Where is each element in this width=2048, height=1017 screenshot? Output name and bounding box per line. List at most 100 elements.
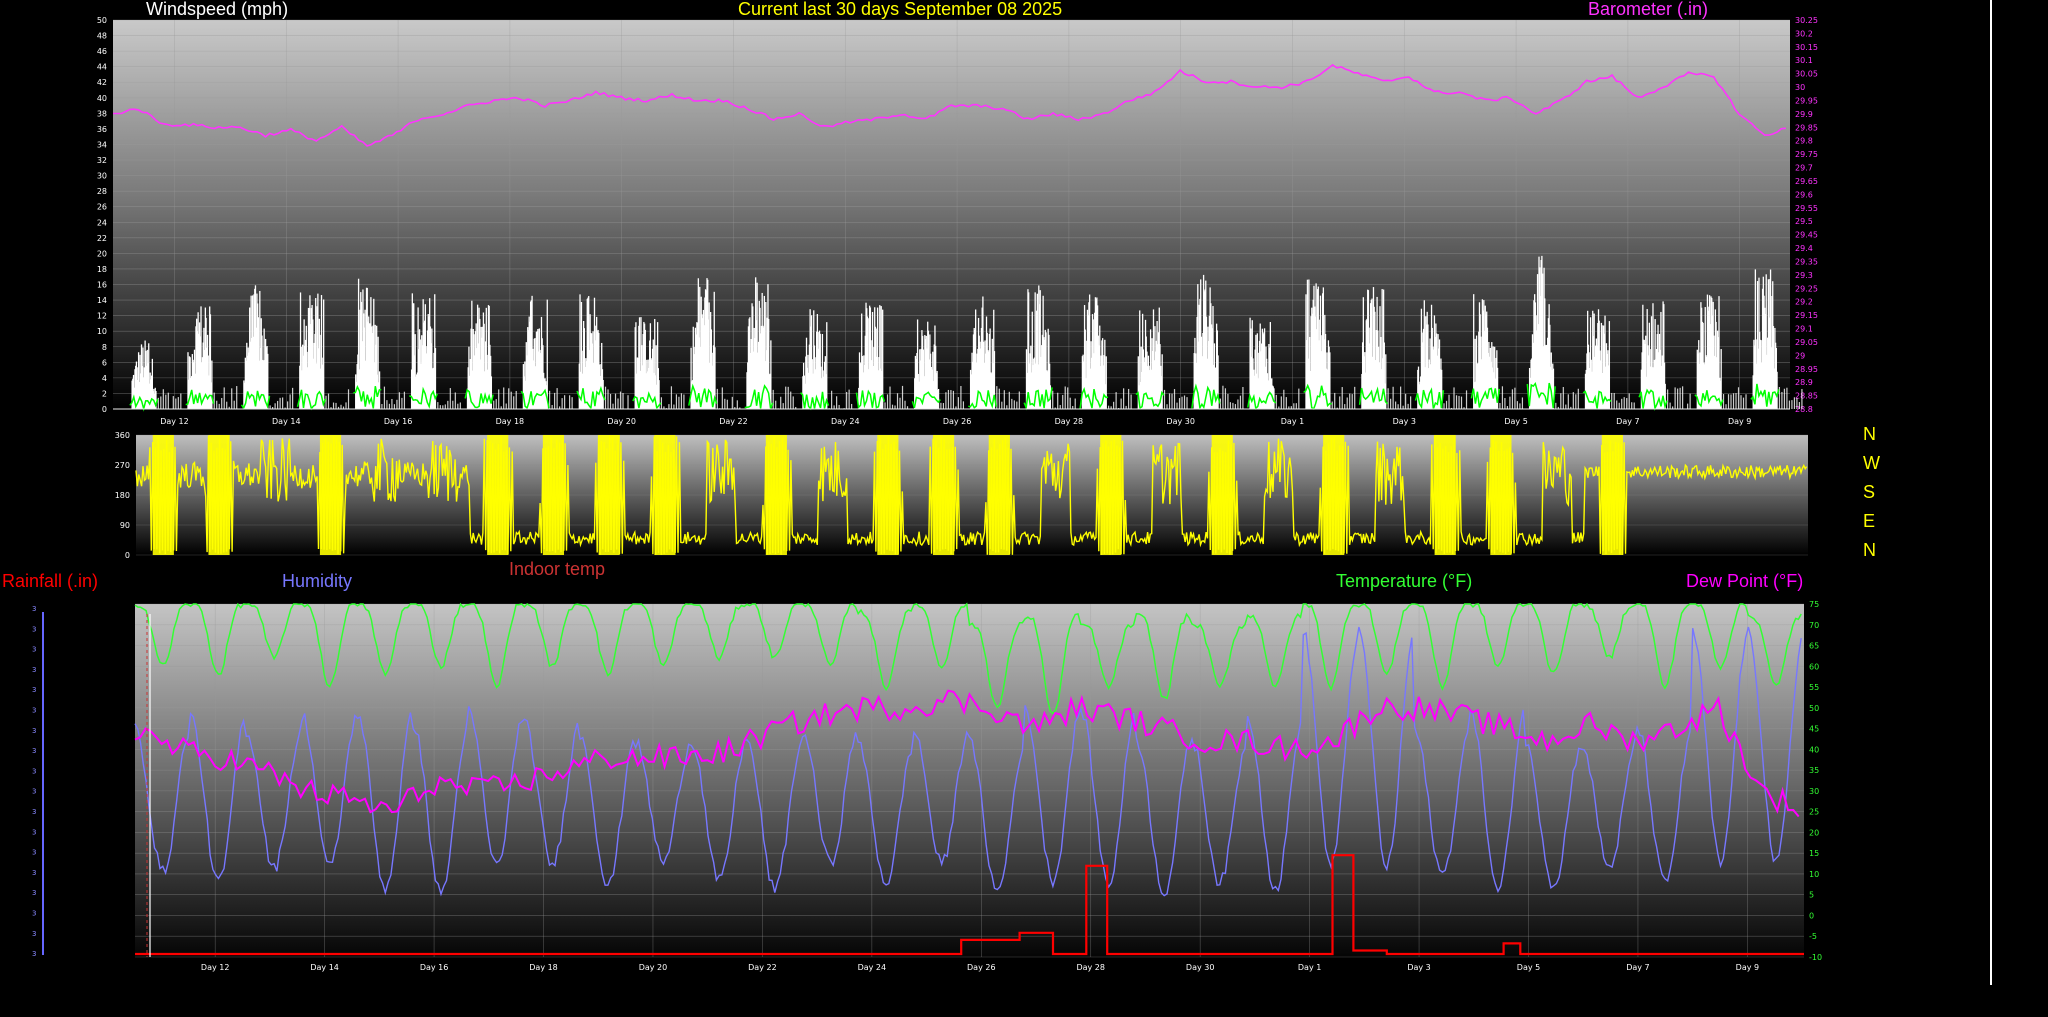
wind-speed-bar (1575, 394, 1577, 409)
wind-speed-bar (1052, 390, 1054, 409)
wind-speed-bar (833, 405, 835, 409)
wind-speed-bar (1181, 396, 1183, 409)
wind-axis-tick-label: 4 (102, 374, 107, 383)
wind-speed-bar (233, 400, 235, 409)
temperature-axis-tick-label: 40 (1809, 745, 1819, 754)
barometer-axis-tick-label: 28.85 (1795, 392, 1818, 401)
wind-speed-bar (554, 392, 556, 409)
wind-speed-bar (957, 397, 960, 409)
rainfall-axis-tick-label: 3 (32, 707, 36, 715)
wind-speed-bar (736, 400, 738, 409)
wind-speed-bar (1405, 393, 1407, 409)
wind-speed-bar (1163, 389, 1166, 409)
wind-speed-bar (1128, 388, 1130, 409)
wind-speed-bar (886, 394, 889, 409)
wind-direction-dense-block (1100, 435, 1122, 555)
temperature-x-tick-label: Day 12 (201, 963, 230, 972)
temperature-axis-tick-label: 55 (1809, 683, 1819, 692)
wind-speed-bar (1608, 321, 1611, 409)
wind-speed-bar (1560, 393, 1562, 409)
rainfall-axis-tick-label: 3 (32, 747, 36, 755)
wind-speed-bar (449, 388, 451, 409)
wind-speed-bar (1633, 402, 1635, 409)
wind-speed-bar (716, 388, 718, 409)
barometer-axis-tick-label: 29.45 (1795, 231, 1818, 240)
wind-axis-tick-label: 28 (97, 187, 107, 196)
wind-direction-dense-block (1211, 435, 1233, 555)
wind-x-tick-label: Day 14 (272, 417, 301, 426)
wind-speed-bar (213, 392, 215, 409)
wind-speed-bar (452, 400, 454, 409)
wind-speed-bar (675, 394, 678, 409)
wind-x-tick-label: Day 9 (1728, 417, 1751, 426)
wind-speed-bar (216, 400, 218, 409)
rainfall-axis-tick-label: 3 (32, 828, 36, 836)
wind-speed-bar (167, 392, 169, 409)
wind-speed-bar (1745, 394, 1747, 409)
wind-speed-bar (1018, 391, 1020, 409)
wind-speed-bar (1783, 388, 1786, 409)
wind-speed-bar (1445, 400, 1448, 409)
wind-speed-bar (1631, 402, 1633, 409)
rainfall-axis-tick-label: 3 (32, 889, 36, 897)
wind-speed-bar (175, 398, 177, 409)
wind-speed-bar (221, 398, 223, 409)
wind-speed-bar (1013, 400, 1015, 409)
wind-x-tick-label: Day 20 (607, 417, 636, 426)
rainfall-axis-tick-label: 3 (32, 686, 36, 694)
wind-speed-bar (1344, 404, 1346, 409)
wind-axis-tick-label: 2 (102, 389, 107, 398)
wind-speed-bar (1168, 393, 1171, 409)
temperature-x-tick-label: Day 18 (529, 963, 558, 972)
wind-speed-bar (848, 389, 850, 409)
wind-speed-bar (1735, 393, 1737, 409)
wind-speed-bar (673, 404, 675, 409)
wind-speed-bar (277, 400, 279, 409)
wind-speed-bar (269, 405, 271, 409)
wind-speed-bar (1725, 404, 1727, 409)
wind-speed-bar (444, 404, 446, 409)
wind-speed-bar (962, 401, 965, 409)
wind-x-tick-label: Day 18 (496, 417, 525, 426)
wind-direction-dense-block (319, 435, 342, 555)
barometer-axis-tick-label: 29.05 (1795, 338, 1818, 347)
wind-speed-bar (1183, 395, 1186, 409)
wind-speed-bar (289, 394, 291, 409)
wind-speed-bar (1628, 393, 1630, 409)
wind-speed-bar (1781, 391, 1783, 409)
temperature-x-tick-label: Day 30 (1186, 963, 1215, 972)
barometer-axis-tick-label: 28.9 (1795, 378, 1813, 387)
wind-speed-bar (274, 403, 276, 409)
barometer-axis-tick-label: 29.6 (1795, 190, 1813, 199)
wind-speed-bar (569, 395, 571, 409)
wind-speed-bar (945, 392, 947, 409)
temperature-axis-tick-label: 20 (1809, 828, 1819, 837)
wind-axis-tick-label: 42 (97, 78, 107, 87)
wind-speed-bar (1234, 404, 1237, 409)
temperature-axis-tick-label: 50 (1809, 704, 1819, 713)
wind-x-tick-label: Day 3 (1393, 417, 1416, 426)
wind-speed-bar (670, 386, 673, 409)
wind-speed-bar (1682, 386, 1684, 409)
wind-x-tick-label: Day 24 (831, 417, 860, 426)
barometer-axis-tick-label: 29.85 (1795, 123, 1818, 132)
wind-speed-bar (960, 385, 962, 409)
wind-speed-bar (564, 395, 566, 409)
wind-speed-bar (904, 400, 906, 409)
rainfall-axis-tick-label: 3 (32, 849, 36, 857)
rainfall-axis-tick-label: 3 (32, 727, 36, 735)
direction-axis-tick-label: 0 (125, 551, 130, 560)
wind-speed-bar (287, 401, 289, 409)
wind-speed-bar (1618, 402, 1620, 409)
wind-speed-bar (505, 403, 507, 409)
barometer-axis-tick-label: 29.4 (1795, 244, 1813, 253)
barometer-axis-tick-label: 29.65 (1795, 177, 1818, 186)
wind-speed-bar (383, 386, 386, 409)
wind-speed-bar (1504, 398, 1506, 409)
wind-speed-bar (770, 340, 772, 409)
wind-direction-dense-block (1490, 435, 1512, 555)
wind-speed-bar (1232, 402, 1234, 409)
wind-speed-bar (896, 393, 899, 409)
barometer-axis-tick-label: 29.1 (1795, 325, 1813, 334)
wind-speed-bar (1057, 392, 1059, 409)
